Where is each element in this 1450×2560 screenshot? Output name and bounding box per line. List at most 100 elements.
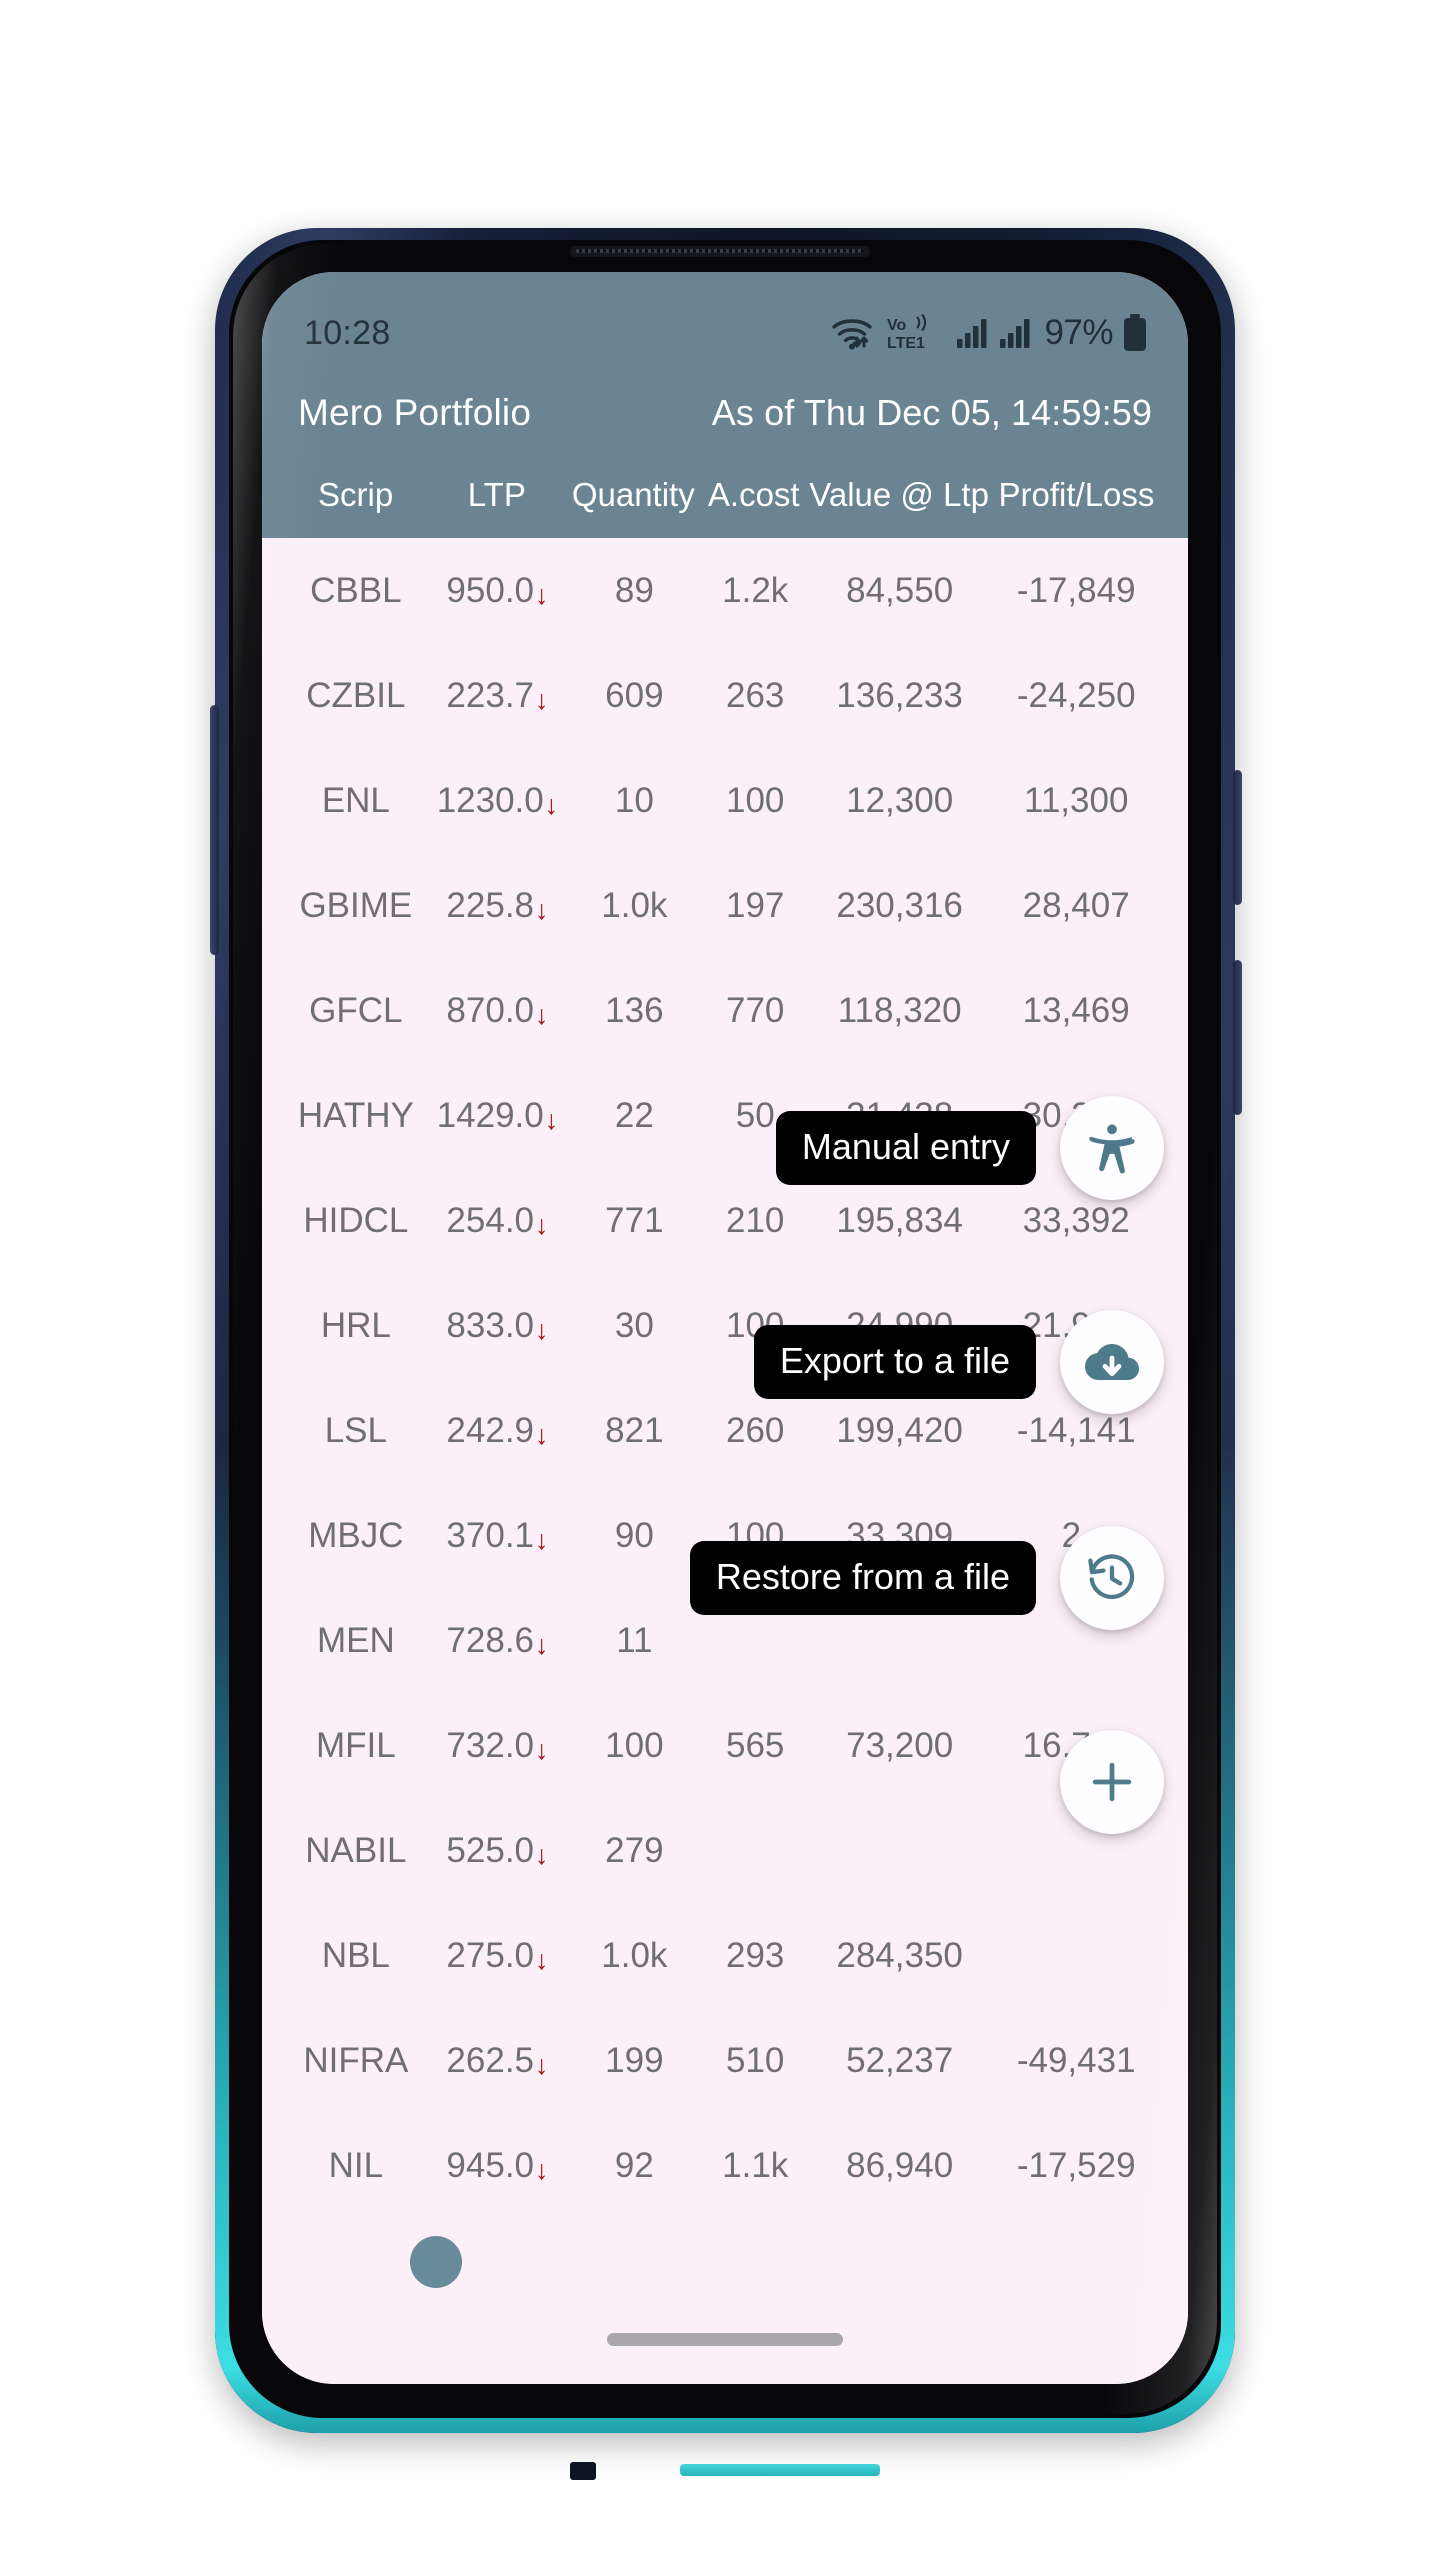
wifi-icon — [830, 314, 876, 352]
cell-ltp: 275.0 ↓ — [426, 1936, 570, 1976]
table-header-row: Scrip LTP Quantity A.cost Value @ Ltp Pr… — [262, 464, 1188, 538]
cell-scrip: NIFRA — [303, 2040, 409, 2080]
table-row[interactable]: GBIME 225.8 ↓ 1.0k 197 230,316 28,407 — [286, 853, 1164, 958]
column-header-quantity[interactable]: Quantity — [568, 476, 698, 514]
column-header-profit-loss[interactable]: Profit/Loss — [989, 476, 1164, 514]
trend-down-arrow-icon: ↓ — [535, 894, 549, 925]
cell-scrip: CZBIL — [306, 675, 406, 715]
cell-profit-loss: -24,250 — [1016, 675, 1136, 715]
column-header-acost[interactable]: A.cost — [698, 476, 809, 514]
trend-down-arrow-icon: ↓ — [535, 999, 549, 1030]
ltp-value-wrap: 275.0 ↓ — [446, 1936, 548, 1976]
cell-profit-loss: 13,469 — [1022, 990, 1130, 1030]
cell-profit-loss: -14,141 — [1016, 1410, 1136, 1450]
cell-value: 195,834 — [836, 1200, 963, 1240]
column-header-scrip[interactable]: Scrip — [286, 476, 425, 514]
fab-export-to-file[interactable]: Export to a file — [753, 1310, 1164, 1414]
trend-down-arrow-icon: ↓ — [535, 2154, 549, 2185]
ltp-value-wrap: 945.0 ↓ — [446, 2146, 548, 2186]
ltp-value-wrap: 870.0 ↓ — [446, 991, 548, 1031]
ltp-value: 833.0 — [446, 1305, 535, 1345]
fab-restore-from-file[interactable]: Restore from a file — [689, 1526, 1164, 1630]
cell-value: 199,420 — [836, 1410, 963, 1450]
table-row[interactable]: ENL 1230.0 ↓ 10 100 12,300 11,300 — [286, 748, 1164, 853]
cell-scrip: LSL — [324, 1410, 387, 1450]
fab-button-add[interactable] — [1060, 1730, 1164, 1834]
cell-ltp: 525.0 ↓ — [426, 1831, 570, 1871]
table-row[interactable]: CZBIL 223.7 ↓ 609 263 136,233 -24,250 — [286, 643, 1164, 748]
ltp-value: 525.0 — [446, 1830, 535, 1870]
ltp-value-wrap: 1429.0 ↓ — [437, 1096, 559, 1136]
ltp-value-wrap: 1230.0 ↓ — [437, 781, 559, 821]
cell-scrip: NABIL — [305, 1830, 407, 1870]
cell-quantity: 92 — [614, 2145, 654, 2185]
ltp-value: 223.7 — [446, 675, 535, 715]
column-header-value-at-ltp[interactable]: Value @ Ltp — [809, 476, 989, 514]
power-button[interactable] — [1233, 770, 1242, 905]
fab-button-manual-entry[interactable] — [1060, 1096, 1164, 1200]
svg-text:LTE1: LTE1 — [887, 335, 925, 352]
fab-tooltip-restore-from-file: Restore from a file — [689, 1541, 1036, 1615]
cloud-download-icon — [1085, 1335, 1139, 1389]
screenshot-stage: 10:28 Vo LTE1 97% Mero Portfolio As of T… — [0, 0, 1450, 2560]
trend-down-arrow-icon: ↓ — [535, 2049, 549, 2080]
table-row[interactable]: GFCL 870.0 ↓ 136 770 118,320 13,469 — [286, 958, 1164, 1063]
cell-profit-loss: -49,431 — [1016, 2040, 1136, 2080]
cell-acost: 260 — [726, 1410, 785, 1450]
cell-profit-loss: 11,300 — [1023, 780, 1129, 820]
trend-down-arrow-icon: ↓ — [535, 1629, 549, 1660]
fab-button-restore-from-file[interactable] — [1060, 1526, 1164, 1630]
fab-button-export-to-file[interactable] — [1060, 1310, 1164, 1414]
fab-add[interactable] — [1036, 1730, 1164, 1834]
ltp-value-wrap: 254.0 ↓ — [446, 1201, 548, 1241]
volume-button[interactable] — [210, 705, 219, 955]
app-bar: Mero Portfolio As of Thu Dec 05, 14:59:5… — [262, 368, 1188, 464]
ltp-value-wrap: 242.9 ↓ — [446, 1411, 548, 1451]
cell-quantity: 821 — [605, 1410, 664, 1450]
home-gesture-bar[interactable] — [607, 2333, 843, 2346]
cell-acost: 510 — [726, 2040, 785, 2080]
fab-tooltip-manual-entry: Manual entry — [775, 1111, 1036, 1185]
status-bar-clock: 10:28 — [304, 313, 391, 352]
table-row[interactable]: NABIL 525.0 ↓ 279 — [286, 1798, 1164, 1903]
cell-value: 86,940 — [846, 2145, 954, 2185]
ltp-value: 945.0 — [446, 2145, 535, 2185]
cell-quantity: 89 — [614, 570, 654, 610]
cell-scrip: MFIL — [315, 1725, 396, 1765]
cell-value: 52,237 — [846, 2040, 954, 2080]
table-row[interactable]: NBL 275.0 ↓ 1.0k 293 284,350 — [286, 1903, 1164, 2008]
cell-acost: 565 — [726, 1725, 785, 1765]
column-header-ltp[interactable]: LTP — [425, 476, 568, 514]
battery-percent-label: 97% — [1044, 313, 1113, 352]
table-row[interactable]: CBBL 950.0 ↓ 89 1.2k 84,550 -17,849 — [286, 538, 1164, 643]
signal-bars-sim1-icon — [956, 317, 990, 349]
cell-quantity: 771 — [605, 1200, 664, 1240]
table-row[interactable]: MFIL732.0↓10056573,20016,700 — [286, 1693, 1164, 1798]
status-bar-icons: Vo LTE1 97% — [830, 313, 1148, 353]
cell-scrip: GFCL — [309, 990, 403, 1030]
cell-scrip: NBL — [321, 1935, 390, 1975]
cell-quantity: 136 — [605, 990, 664, 1030]
cell-quantity: 30 — [614, 1305, 654, 1345]
battery-icon — [1122, 313, 1148, 353]
cell-ltp: 833.0 ↓ — [426, 1306, 570, 1346]
cell-value: 284,350 — [836, 1935, 963, 1975]
cell-profit-loss: 33,392 — [1022, 1200, 1130, 1240]
table-row[interactable]: NIFRA 262.5 ↓ 199 510 52,237 -49,431 — [286, 2008, 1164, 2113]
page-title: Mero Portfolio — [298, 392, 532, 433]
earpiece-speaker — [570, 246, 870, 257]
cell-quantity: 11 — [616, 1620, 653, 1660]
fab-manual-entry[interactable]: Manual entry — [775, 1096, 1164, 1200]
plus-icon — [1085, 1755, 1139, 1809]
cell-quantity: 22 — [614, 1095, 654, 1135]
secondary-side-button[interactable] — [1233, 960, 1242, 1115]
cell-ltp: 262.5 ↓ — [426, 2041, 570, 2081]
svg-text:Vo: Vo — [887, 317, 906, 334]
cell-value: 12,300 — [846, 780, 954, 820]
cell-profit-loss: -17,529 — [1016, 2145, 1136, 2185]
cell-ltp: 254.0 ↓ — [426, 1201, 570, 1241]
table-row[interactable]: NIL 945.0 ↓ 92 1.1k 86,940 -17,529 — [286, 2113, 1164, 2218]
portfolio-table-body[interactable]: CBBL 950.0 ↓ 89 1.2k 84,550 -17,849 CZBIL 223.7 ↓… — [262, 538, 1188, 2384]
status-bar: 10:28 Vo LTE1 97% — [262, 272, 1188, 368]
cell-acost: 210 — [726, 1200, 785, 1240]
